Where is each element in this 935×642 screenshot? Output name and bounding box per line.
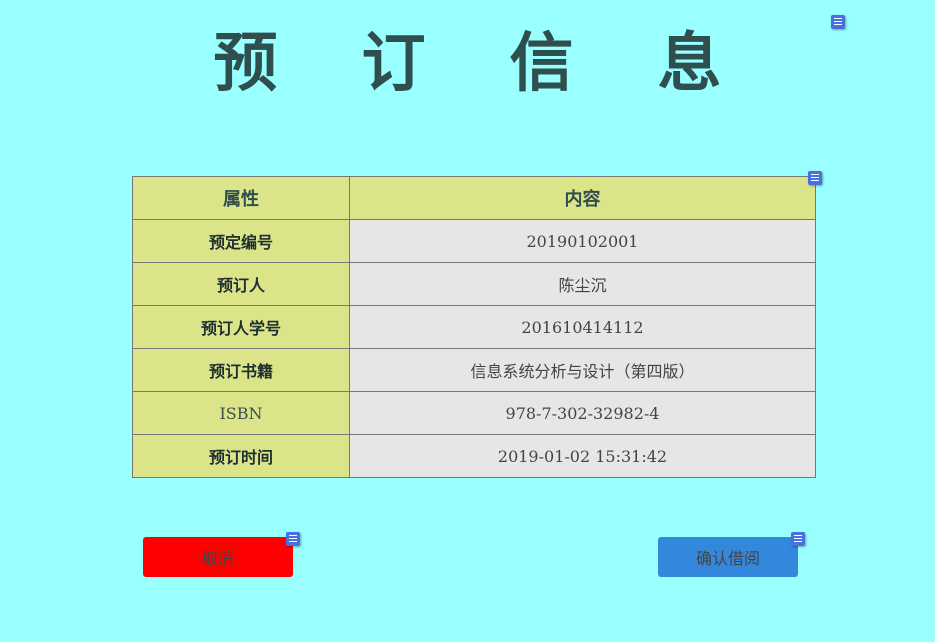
page-title-char: 订 — [361, 26, 426, 101]
page-title-char: 信 — [509, 26, 574, 101]
confirm-borrow-button[interactable]: 确认借阅 — [658, 537, 798, 577]
row-value-reservation-number: 20190102001 — [349, 219, 816, 263]
row-label-student-id: 预订人学号 — [132, 305, 350, 349]
row-value-book: 信息系统分析与设计（第四版） — [349, 348, 816, 392]
table-row: 预订人 陈尘沉 — [132, 262, 816, 306]
column-header-content: 内容 — [349, 176, 816, 220]
table-row: 预订人学号 201610414112 — [132, 305, 816, 349]
table-row: ISBN 978-7-302-32982-4 — [132, 391, 816, 435]
table-menu-handle-icon[interactable] — [808, 171, 822, 185]
row-label-reserver: 预订人 — [132, 262, 350, 306]
row-value-student-id: 201610414112 — [349, 305, 816, 349]
table-row: 预定编号 20190102001 — [132, 219, 816, 263]
table-row: 预订时间 2019-01-02 15:31:42 — [132, 434, 816, 478]
row-label-reservation-number: 预定编号 — [132, 219, 350, 263]
table-row: 预订书籍 信息系统分析与设计（第四版） — [132, 348, 816, 392]
column-header-attribute: 属性 — [132, 176, 350, 220]
cancel-menu-handle-icon[interactable] — [286, 532, 300, 546]
row-label-isbn: ISBN — [132, 391, 350, 435]
cancel-button[interactable]: 取消 — [143, 537, 293, 577]
page-title-char: 息 — [657, 26, 722, 101]
row-label-book: 预订书籍 — [132, 348, 350, 392]
row-value-reservation-time: 2019-01-02 15:31:42 — [349, 434, 816, 478]
reservation-info-table: 属性 内容 预定编号 20190102001 预订人 陈尘沉 预订人学号 201… — [132, 176, 816, 478]
row-value-reserver: 陈尘沉 — [349, 262, 816, 306]
row-value-isbn: 978-7-302-32982-4 — [349, 391, 816, 435]
page-title: 预订信息 — [0, 24, 935, 104]
confirm-menu-handle-icon[interactable] — [791, 532, 805, 546]
title-menu-handle-icon[interactable] — [831, 15, 845, 29]
table-header-row: 属性 内容 — [132, 176, 816, 220]
row-label-reservation-time: 预订时间 — [132, 434, 350, 478]
page-title-char: 预 — [213, 26, 278, 101]
